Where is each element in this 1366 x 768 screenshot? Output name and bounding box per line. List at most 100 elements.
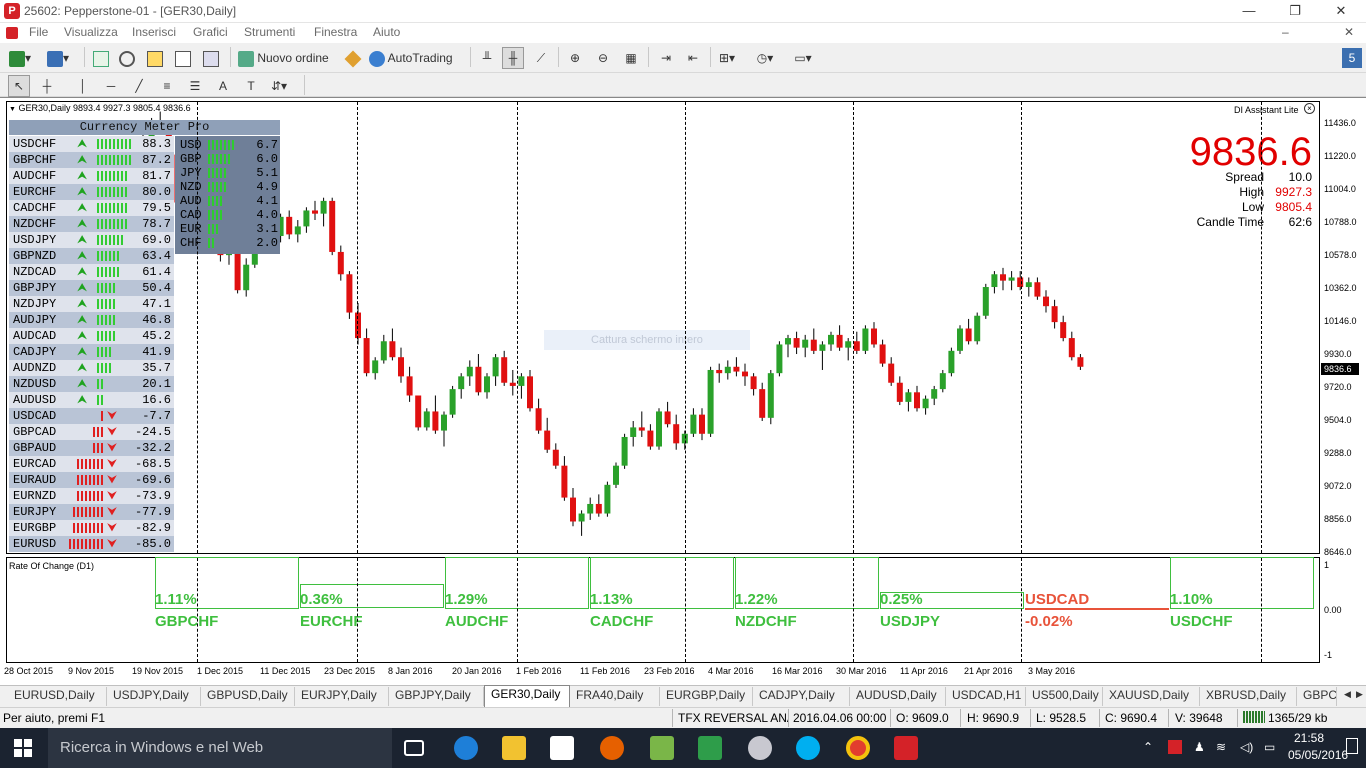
- currency-value: 87.2: [142, 153, 171, 167]
- menu-finestra[interactable]: Finestra: [314, 25, 357, 39]
- pepperstone-terminal-icon[interactable]: [894, 736, 918, 760]
- snipping-tool-icon[interactable]: [748, 736, 772, 760]
- file-explorer-icon[interactable]: [502, 736, 526, 760]
- chart-tab[interactable]: USDCAD,H1: [946, 687, 1026, 706]
- line-chart-icon[interactable]: ⟋: [530, 47, 552, 69]
- tray-person-icon[interactable]: ♟: [1194, 740, 1205, 754]
- child-window-icon[interactable]: [6, 27, 18, 39]
- roc-pair: USDCHF: [1170, 613, 1233, 630]
- horizontal-line-icon[interactable]: ─: [100, 75, 122, 97]
- start-icon[interactable]: [14, 739, 32, 757]
- date-axis-label: 11 Dec 2015: [260, 666, 311, 676]
- minimize-button[interactable]: —: [1226, 0, 1272, 23]
- tabs-scroll-right-icon[interactable]: ▶: [1356, 689, 1363, 700]
- menu-inserisci[interactable]: Inserisci: [132, 25, 176, 39]
- data-window-icon[interactable]: [116, 47, 138, 69]
- store-icon[interactable]: [550, 736, 574, 760]
- chrome-icon[interactable]: [846, 736, 870, 760]
- chart-tab[interactable]: XBRUSD,Daily: [1200, 687, 1297, 706]
- tray-date: 05/05/2016: [1288, 748, 1349, 762]
- chart-tab[interactable]: CADJPY,Daily: [753, 687, 850, 706]
- text-label-icon[interactable]: T: [240, 75, 262, 97]
- strength-bar: [97, 171, 129, 181]
- down-arrow-icon: ⮟: [107, 441, 118, 455]
- chart-tab[interactable]: XAUUSD,Daily: [1103, 687, 1200, 706]
- firefox-icon[interactable]: [600, 736, 624, 760]
- chart-tab[interactable]: EURJPY,Daily: [295, 687, 389, 706]
- metaeditor-icon[interactable]: [342, 47, 364, 69]
- money-app-icon[interactable]: [650, 736, 674, 760]
- menu-file[interactable]: File: [29, 25, 48, 39]
- new-order-button[interactable]: Nuovo ordine: [237, 47, 335, 69]
- assistant-close-icon[interactable]: ×: [1304, 103, 1315, 114]
- arrows-icon[interactable]: ⇵▾: [268, 75, 290, 97]
- tabs-scroll-left-icon[interactable]: ◀: [1344, 689, 1351, 700]
- chart-tab[interactable]: GBPC: [1297, 687, 1337, 706]
- notification-icon[interactable]: [1346, 738, 1358, 754]
- market-watch-button[interactable]: [90, 47, 112, 69]
- taskbar-search-box[interactable]: Ricerca in Windows e nel Web: [48, 728, 392, 768]
- currency-strength-value: 2.0: [256, 236, 278, 250]
- crosshair-icon[interactable]: ┼: [36, 75, 58, 97]
- currency-value: 78.7: [142, 217, 171, 231]
- chart-tab[interactable]: FRA40,Daily: [570, 687, 660, 706]
- evernote-icon[interactable]: [698, 736, 722, 760]
- tray-expand-icon[interactable]: ⌃: [1143, 740, 1153, 754]
- indicators-button[interactable]: ⊞▾: [716, 47, 738, 69]
- chart-shift-icon[interactable]: ⇤: [682, 47, 704, 69]
- community-icon[interactable]: 5: [1342, 48, 1362, 68]
- trendline-icon[interactable]: ╱: [128, 75, 150, 97]
- chart-tab[interactable]: GBPJPY,Daily: [389, 687, 484, 706]
- profiles-button[interactable]: ▾: [46, 47, 70, 69]
- bearish-candle: [1000, 274, 1006, 281]
- up-arrow-icon: ⮝: [77, 265, 88, 279]
- roc-box: [1025, 608, 1169, 610]
- chart-tab[interactable]: GBPUSD,Daily: [201, 687, 295, 706]
- chart-tab[interactable]: USDJPY,Daily: [107, 687, 201, 706]
- periods-clock-icon[interactable]: ◷▾: [754, 47, 776, 69]
- candlestick-chart-icon[interactable]: ╫: [502, 47, 524, 69]
- autotrading-button[interactable]: AutoTrading: [368, 47, 462, 69]
- skype-icon[interactable]: [796, 736, 820, 760]
- chart-tab[interactable]: US500,Daily: [1026, 687, 1103, 706]
- zoom-out-icon[interactable]: ⊖: [592, 47, 614, 69]
- chart-tab[interactable]: EURUSD,Daily: [8, 687, 107, 706]
- tray-volume-icon[interactable]: ◁): [1240, 740, 1253, 754]
- navigator-icon[interactable]: [144, 47, 166, 69]
- bullish-candle: [613, 465, 619, 485]
- restore-button[interactable]: ❐: [1272, 0, 1318, 23]
- cursor-icon[interactable]: ↖: [8, 75, 30, 97]
- bearish-candle: [432, 411, 439, 431]
- vertical-line-icon[interactable]: │: [72, 75, 94, 97]
- child-minimize-button[interactable]: –: [1282, 25, 1289, 39]
- bar-chart-icon[interactable]: ╨: [476, 47, 498, 69]
- tray-keyboard-icon[interactable]: ▭: [1264, 740, 1275, 754]
- menu-visualizza[interactable]: Visualizza: [64, 25, 118, 39]
- close-button[interactable]: ✕: [1318, 0, 1364, 23]
- templates-button[interactable]: ▭▾: [792, 47, 814, 69]
- chart-tab[interactable]: EURGBP,Daily: [660, 687, 753, 706]
- tester-icon[interactable]: [200, 47, 222, 69]
- terminal-icon[interactable]: [172, 47, 194, 69]
- tray-antivirus-icon[interactable]: [1168, 740, 1182, 754]
- edge-browser-icon[interactable]: [454, 736, 478, 760]
- fibonacci-icon[interactable]: ☰: [184, 75, 206, 97]
- menu-grafici[interactable]: Grafici: [193, 25, 228, 39]
- chart-tab[interactable]: AUDUSD,Daily: [850, 687, 946, 706]
- new-chart-button[interactable]: ▾: [8, 47, 32, 69]
- currency-value: 46.8: [142, 313, 171, 327]
- channel-icon[interactable]: ≡: [156, 75, 178, 97]
- task-view-icon[interactable]: [404, 740, 424, 756]
- tile-windows-icon[interactable]: ▦: [620, 47, 642, 69]
- child-close-button[interactable]: ✕: [1344, 25, 1354, 39]
- tray-wifi-icon[interactable]: ≋: [1216, 740, 1226, 754]
- chart-tab[interactable]: GER30,Daily: [484, 685, 570, 707]
- menu-strumenti[interactable]: Strumenti: [244, 25, 295, 39]
- zoom-in-icon[interactable]: ⊕: [564, 47, 586, 69]
- status-separator: [1168, 709, 1169, 727]
- strength-bar: [97, 299, 117, 309]
- menu-aiuto[interactable]: Aiuto: [373, 25, 400, 39]
- bearish-candle: [914, 392, 920, 409]
- autoscroll-icon[interactable]: ⇥: [655, 47, 677, 69]
- text-icon[interactable]: A: [212, 75, 234, 97]
